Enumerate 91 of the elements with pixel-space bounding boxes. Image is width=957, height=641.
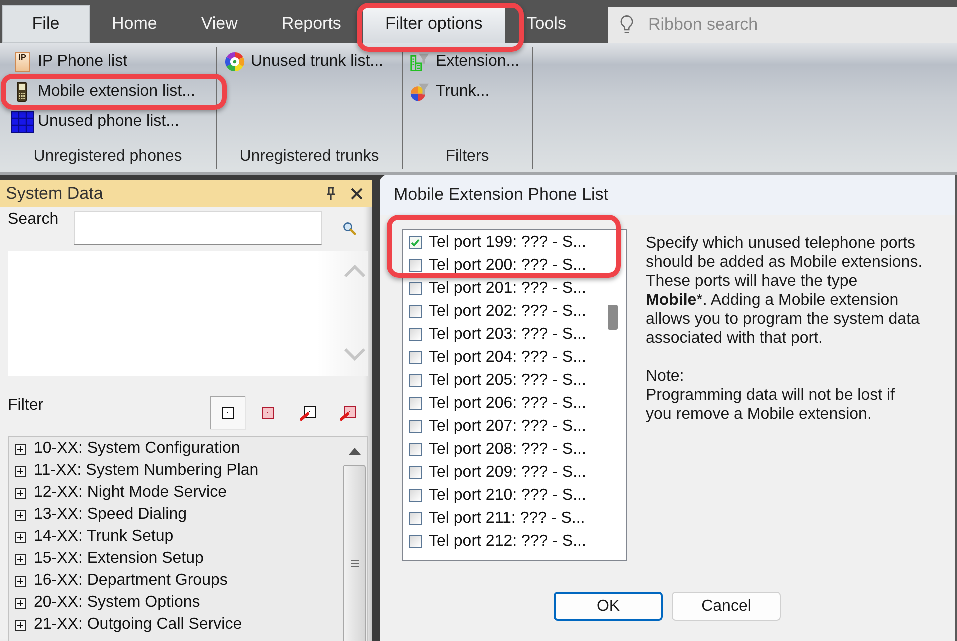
ribbon-button[interactable]: Extension... [408, 51, 522, 73]
search-field[interactable] [74, 211, 322, 245]
menu-tab[interactable]: Home [90, 5, 180, 43]
cancel-button[interactable]: Cancel [672, 592, 781, 621]
expand-icon[interactable] [15, 598, 26, 608]
tree-item[interactable]: 21-XX: Outgoing Call Service [15, 614, 343, 636]
expand-icon[interactable] [15, 554, 26, 564]
port-label[interactable]: Tel port 206: ??? - S... [429, 394, 586, 412]
checkbox[interactable] [409, 466, 422, 479]
tree-item[interactable]: 20-XX: System Options [15, 592, 343, 614]
tree-item[interactable]: 16-XX: Department Groups [15, 570, 343, 592]
port-label[interactable]: Tel port 204: ??? - S... [429, 348, 586, 366]
file-tab[interactable]: File [2, 5, 90, 43]
trunk-filter-icon [410, 82, 430, 102]
port-label[interactable]: Tel port 208: ??? - S... [429, 440, 586, 458]
scrollbar-thumb[interactable] [343, 465, 366, 641]
checkbox[interactable] [409, 443, 422, 456]
port-label[interactable]: Tel port 202: ??? - S... [429, 302, 586, 320]
tree-item[interactable]: 15-XX: Extension Setup [15, 548, 343, 570]
checkbox[interactable] [409, 236, 422, 249]
group-label: Unregistered trunks [240, 147, 380, 167]
menu-tab[interactable]: Tools [504, 5, 588, 43]
tree-item[interactable]: 14-XX: Trunk Setup [15, 526, 343, 548]
shaded-square-icon [262, 407, 274, 419]
expand-icon[interactable] [15, 510, 26, 520]
mobile-phone-icon [17, 82, 27, 102]
menu-tab[interactable]: View [179, 5, 260, 43]
ribbon-search-field[interactable]: Ribbon search [608, 7, 957, 43]
note-text: Programming data will not be lost if you remove a Mobile extension. [646, 386, 896, 424]
checkbox[interactable] [409, 282, 422, 295]
close-icon[interactable] [351, 188, 363, 200]
shaded-square-pointer-icon [340, 406, 356, 420]
port-label[interactable]: Tel port 203: ??? - S... [429, 326, 586, 344]
checkbox[interactable] [409, 489, 422, 502]
lightbulb-icon [620, 15, 634, 35]
search-icon[interactable] [343, 222, 356, 235]
checkbox[interactable] [409, 397, 422, 410]
checkbox[interactable] [409, 305, 422, 318]
scrollbar-thumb[interactable] [608, 305, 618, 330]
panel-title: System Data [6, 184, 104, 204]
tree-item[interactable]: 11-XX: System Numbering Plan [15, 460, 343, 482]
extension-filter-icon [410, 52, 430, 72]
square-pointer-icon [300, 406, 316, 420]
description-text: Specify which unused telephone ports should be added as Mobile extensions. These ports will have the type Mobile*. Adding a Mobile extension allows you to program the system data associated with that port. [646, 234, 923, 348]
port-label[interactable]: Tel port 210: ??? - S... [429, 486, 586, 504]
menu-tab[interactable]: Filter options [363, 5, 505, 43]
checkbox[interactable] [409, 351, 422, 364]
port-label[interactable]: Tel port 199: ??? - S... [429, 234, 586, 252]
ribbon-button[interactable]: Mobile extension list... [8, 81, 198, 103]
ribbon-button[interactable]: Unused phone list... [8, 111, 182, 133]
menu-tab[interactable]: Reports [260, 5, 364, 43]
scroll-up-icon[interactable] [348, 448, 360, 454]
dialog-title: Mobile Extension Phone List [394, 185, 609, 205]
checkbox[interactable] [409, 374, 422, 387]
port-label[interactable]: Tel port 201: ??? - S... [429, 280, 586, 298]
checkbox[interactable] [409, 328, 422, 341]
port-label[interactable]: Tel port 200: ??? - S... [429, 256, 586, 274]
checkbox[interactable] [409, 512, 422, 525]
tree-item[interactable]: 13-XX: Speed Dialing [15, 504, 343, 526]
ring-icon [225, 52, 245, 72]
filter-label: Filter [8, 396, 44, 415]
grip-icon [350, 560, 358, 567]
ip-phone-icon: IP [14, 52, 30, 72]
expand-icon[interactable] [15, 444, 26, 454]
port-label[interactable]: Tel port 211: ??? - S... [429, 510, 586, 528]
port-label[interactable]: Tel port 209: ??? - S... [429, 464, 586, 482]
expand-icon[interactable] [15, 488, 26, 498]
square-icon [222, 407, 234, 419]
checkbox[interactable] [409, 535, 422, 548]
tree-item[interactable]: 12-XX: Night Mode Service [15, 482, 343, 504]
ribbon-button[interactable]: Unused trunk list... [223, 51, 386, 73]
expand-icon[interactable] [15, 532, 26, 542]
search-label: Search [8, 210, 59, 228]
ok-button[interactable]: OK [554, 592, 663, 621]
expand-icon[interactable] [15, 576, 26, 586]
ribbon-button[interactable]: IP IP Phone list [8, 51, 130, 73]
port-label[interactable]: Tel port 212: ??? - S... [429, 532, 586, 550]
group-label: Unregistered phones [34, 147, 182, 167]
expand-icon[interactable] [15, 620, 26, 630]
port-label[interactable]: Tel port 205: ??? - S... [429, 372, 586, 390]
pin-icon[interactable] [326, 186, 336, 200]
tree-item[interactable]: 10-XX: System Configuration [15, 438, 343, 460]
group-label: Filters [446, 147, 490, 167]
grid-icon [10, 111, 34, 133]
ribbon-button[interactable]: Trunk... [408, 81, 492, 103]
expand-icon[interactable] [15, 466, 26, 476]
checkbox[interactable] [409, 259, 422, 272]
port-label[interactable]: Tel port 207: ??? - S... [429, 418, 586, 436]
checkbox[interactable] [409, 420, 422, 433]
filter-button[interactable] [210, 396, 246, 430]
note-label: Note: [646, 367, 686, 386]
